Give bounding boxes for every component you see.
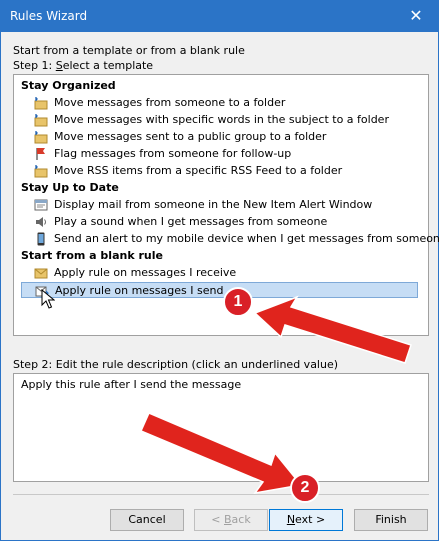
flag-icon [36, 148, 45, 160]
template-item[interactable]: Move messages from someone to a folder [21, 95, 418, 111]
window-title: Rules Wizard [10, 9, 88, 23]
move-folder-icon [34, 131, 48, 144]
mouse-cursor-icon [41, 289, 55, 309]
move-folder-icon [34, 114, 48, 127]
rule-description-text: Apply this rule after I send the message [21, 378, 242, 391]
title-bar: Rules Wizard ✕ [1, 1, 438, 32]
move-folder-icon [34, 97, 48, 110]
group-header-stay-organized: Stay Organized [21, 79, 116, 92]
next-button[interactable]: Next > [269, 509, 343, 531]
template-item[interactable]: Move messages sent to a public group to … [21, 129, 418, 145]
finish-button[interactable]: Finish [354, 509, 428, 531]
rules-wizard-window: Rules Wizard ✕ Start from a template or … [0, 0, 439, 541]
template-item[interactable]: Display mail from someone in the New Ite… [21, 197, 418, 213]
group-header-blank-rule: Start from a blank rule [21, 249, 163, 262]
back-button[interactable]: < Back [194, 509, 268, 531]
annotation-arrow-1 [253, 295, 412, 364]
alert-window-icon [34, 199, 48, 211]
group-header-stay-up-to-date: Stay Up to Date [21, 181, 119, 194]
move-folder-icon [34, 165, 48, 178]
speaker-icon [36, 217, 46, 227]
cancel-button[interactable]: Cancel [110, 509, 184, 531]
template-item[interactable]: Apply rule on messages I receive [21, 265, 418, 281]
mobile-phone-icon [37, 232, 45, 246]
annotation-arrow-2 [140, 412, 303, 495]
close-icon[interactable]: ✕ [394, 1, 438, 32]
template-item[interactable]: Send an alert to my mobile device when I… [21, 231, 439, 247]
step1-label: Step 1: Select a template [13, 59, 154, 72]
envelope-icon [34, 268, 48, 279]
template-item[interactable]: Play a sound when I get messages from so… [21, 214, 418, 230]
template-item[interactable]: Move messages with specific words in the… [21, 112, 418, 128]
annotation-badge-2: 2 [290, 473, 320, 503]
intro-text: Start from a template or from a blank ru… [13, 44, 245, 57]
template-item[interactable]: Flag messages from someone for follow-up [21, 146, 418, 162]
annotation-badge-1: 1 [223, 287, 253, 317]
template-item[interactable]: Move RSS items from a specific RSS Feed … [21, 163, 418, 179]
